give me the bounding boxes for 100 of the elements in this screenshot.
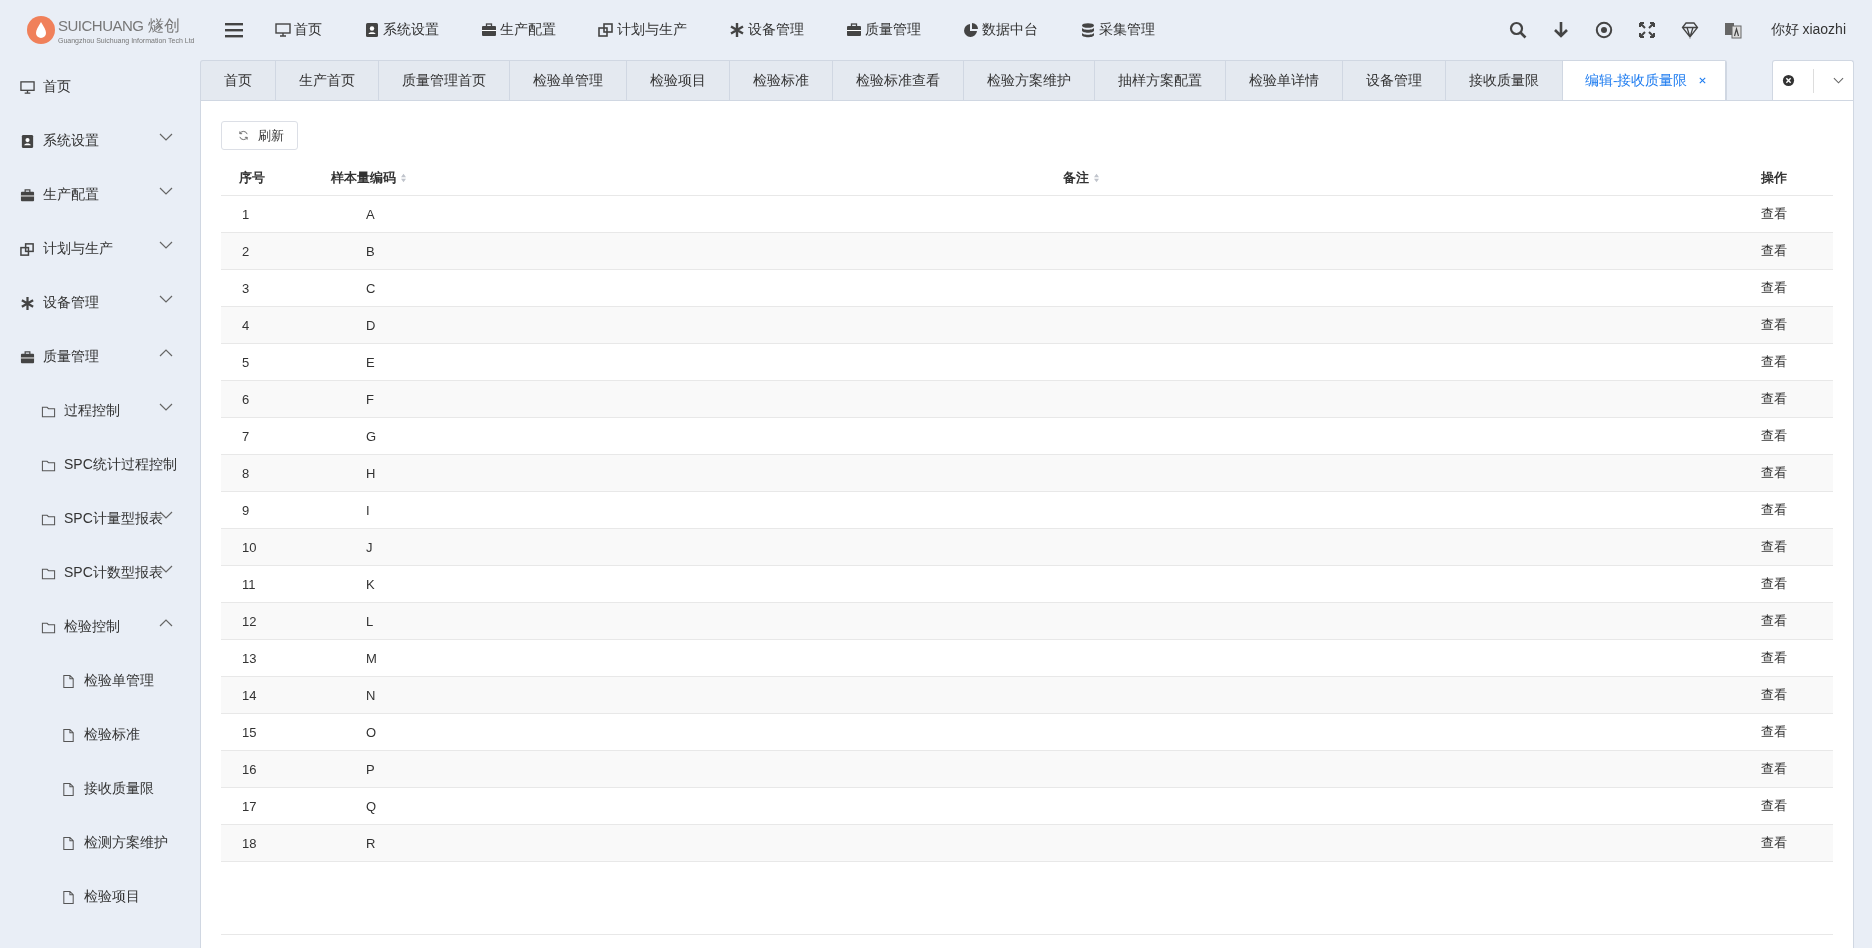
close-icon[interactable] — [1697, 76, 1707, 85]
table-cell: 14 — [242, 687, 257, 703]
top-nav-item[interactable]: 计划与生产 — [598, 21, 687, 39]
column-header: 操作 — [1761, 169, 1787, 187]
monitor-icon — [275, 22, 291, 38]
diamond-icon[interactable] — [1680, 21, 1699, 39]
view-link[interactable]: 查看 — [1761, 798, 1787, 813]
refresh-icon — [238, 130, 249, 141]
view-link[interactable]: 查看 — [1761, 650, 1787, 665]
table-cell: 9 — [242, 502, 250, 518]
logo-brand-cn: 燧创 — [147, 16, 180, 36]
search-icon[interactable] — [1508, 21, 1527, 39]
sidebar-item[interactable]: 检验标准 — [0, 708, 200, 762]
table-cell: R — [366, 835, 376, 851]
sidebar-item[interactable]: 计划与生产 — [0, 222, 200, 276]
table-cell: 8 — [242, 465, 250, 481]
table-cell: K — [366, 576, 375, 592]
top-nav-item[interactable]: 设备管理 — [729, 21, 804, 39]
view-link[interactable]: 查看 — [1761, 243, 1787, 258]
target-icon[interactable] — [1594, 21, 1613, 39]
view-link[interactable]: 查看 — [1761, 465, 1787, 480]
view-link[interactable]: 查看 — [1761, 724, 1787, 739]
top-nav-item[interactable]: 采集管理 — [1080, 21, 1155, 39]
sidebar-item[interactable]: 检验单管理 — [0, 654, 200, 708]
sidebar-item[interactable]: 首页 — [0, 60, 200, 114]
table-cell: 16 — [242, 761, 257, 777]
view-link[interactable]: 查看 — [1761, 428, 1787, 443]
table-cell: 11 — [242, 576, 256, 592]
column-header[interactable]: 备注 — [1063, 169, 1089, 187]
table-cell: C — [366, 280, 376, 296]
view-link[interactable]: 查看 — [1761, 391, 1787, 406]
table-cell: J — [366, 539, 373, 555]
logo-icon — [26, 15, 56, 45]
table-cell: A — [366, 206, 375, 222]
top-nav-item[interactable]: 质量管理 — [846, 21, 921, 39]
view-link[interactable]: 查看 — [1761, 835, 1787, 850]
view-link[interactable]: 查看 — [1761, 539, 1787, 554]
top-nav-item[interactable]: 首页 — [275, 21, 322, 39]
view-link[interactable]: 查看 — [1761, 687, 1787, 702]
contact-icon — [364, 22, 380, 38]
pie-icon — [963, 22, 979, 38]
table-cell: E — [366, 354, 375, 370]
view-link[interactable]: 查看 — [1761, 317, 1787, 332]
table-cell: 7 — [242, 428, 250, 444]
table-cell: 15 — [242, 724, 257, 740]
tab[interactable]: 编辑-接收质量限 — [1563, 61, 1726, 100]
briefcase-icon — [846, 22, 862, 38]
view-link[interactable]: 查看 — [1761, 613, 1787, 628]
chevron-down-icon[interactable] — [1832, 77, 1844, 84]
table-cell: 18 — [242, 835, 257, 851]
file-icon — [61, 781, 76, 797]
view-link[interactable]: 查看 — [1761, 761, 1787, 776]
table-cell: 12 — [242, 613, 257, 629]
view-link[interactable]: 查看 — [1761, 280, 1787, 295]
file-icon — [61, 727, 76, 743]
table-cell: P — [366, 761, 375, 777]
table-cell: 3 — [242, 280, 250, 296]
logo-brand: SUICHUANG — [58, 17, 144, 34]
view-link[interactable]: 查看 — [1761, 576, 1787, 591]
user-greeting[interactable]: 你好 xiaozhi — [1770, 21, 1846, 39]
menu-icon[interactable] — [225, 22, 243, 38]
column-header[interactable]: 样本量编码 — [331, 169, 396, 187]
view-link[interactable]: 查看 — [1761, 354, 1787, 369]
sidebar-item[interactable]: 设备管理 — [0, 276, 200, 330]
sidebar-item[interactable]: 检测方案维护 — [0, 816, 200, 870]
sidebar-item[interactable]: 系统设置 — [0, 114, 200, 168]
database-icon — [1080, 22, 1096, 38]
table-cell: 4 — [242, 317, 250, 333]
table-cell: N — [366, 687, 376, 703]
table-cell: B — [366, 243, 375, 259]
close-all-icon[interactable] — [1782, 74, 1796, 87]
top-nav-item[interactable]: 系统设置 — [364, 21, 439, 39]
top-nav-item[interactable]: 数据中台 — [963, 21, 1038, 39]
table-cell: 13 — [242, 650, 257, 666]
sidebar-item[interactable]: SPC统计过程控制 — [0, 438, 200, 492]
sidebar-item[interactable]: 过程控制 — [0, 384, 200, 438]
briefcase-icon — [20, 349, 35, 365]
table-cell: G — [366, 428, 377, 444]
table-cell: H — [366, 465, 376, 481]
sidebar-item[interactable]: 检验项目 — [0, 870, 200, 924]
sidebar-item[interactable]: 接收质量限 — [0, 762, 200, 816]
sidebar-item[interactable]: 质量管理 — [0, 330, 200, 384]
table-cell: 5 — [242, 354, 250, 370]
view-link[interactable]: 查看 — [1761, 502, 1787, 517]
windows-icon — [20, 241, 35, 257]
top-nav-item[interactable]: 生产配置 — [481, 21, 556, 39]
refresh-button[interactable]: 刷新 — [221, 121, 298, 150]
sidebar-item[interactable]: 检验控制 — [0, 600, 200, 654]
sidebar-item[interactable]: SPC计数型报表 — [0, 546, 200, 600]
download-arrow-icon[interactable] — [1551, 21, 1570, 39]
fullscreen-icon[interactable] — [1637, 21, 1656, 39]
sidebar-item[interactable]: 生产配置 — [0, 168, 200, 222]
translate-icon[interactable] — [1723, 21, 1742, 39]
table-cell: D — [366, 317, 376, 333]
table-cell: L — [366, 613, 374, 629]
table-cell: F — [366, 391, 374, 407]
table-cell: 2 — [242, 243, 250, 259]
sidebar-item[interactable]: SPC计量型报表 — [0, 492, 200, 546]
view-link[interactable]: 查看 — [1761, 206, 1787, 221]
briefcase-icon — [481, 22, 497, 38]
